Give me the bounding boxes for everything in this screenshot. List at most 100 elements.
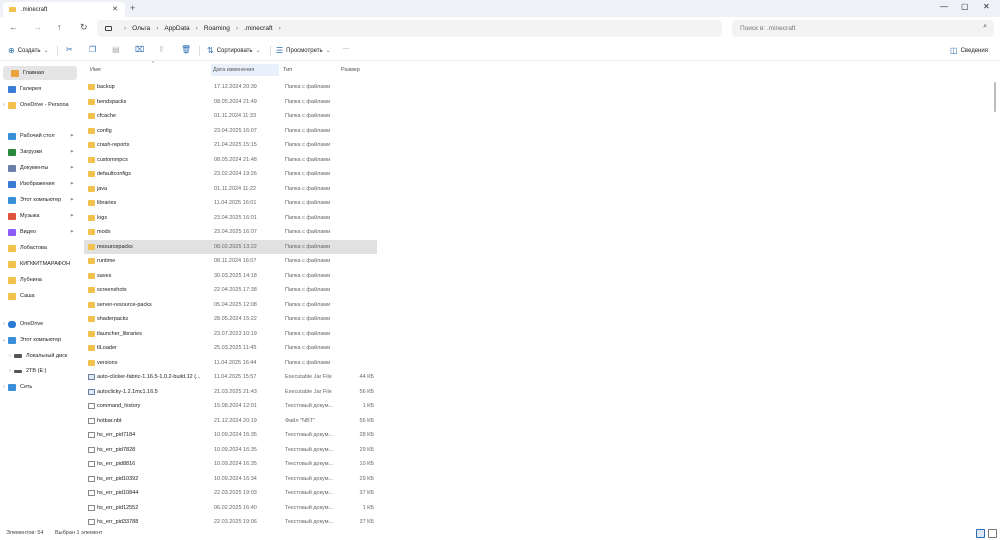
chevron-down-icon[interactable]: ⌄ bbox=[0, 337, 8, 343]
sidebar-item-music[interactable]: Музыка ✦ bbox=[0, 209, 80, 223]
minimize-button[interactable]: — bbox=[940, 2, 948, 11]
table-row[interactable]: bendspacks 08.05.2024 21:49 Папка с файлам… bbox=[84, 95, 377, 109]
share-icon[interactable]: ⇪ bbox=[158, 45, 165, 54]
scrollbar-thumb[interactable] bbox=[994, 82, 996, 112]
file-date: 05.04.2025 12:08 bbox=[214, 301, 257, 308]
tab-close-icon[interactable]: ✕ bbox=[112, 5, 118, 13]
chevron-right-icon[interactable]: › bbox=[6, 368, 14, 374]
table-row[interactable]: auto-clicker-fabric-1.16.5-1.0.2-build.1… bbox=[84, 370, 377, 384]
table-row[interactable]: custommpcs 08.05.2024 21:48 Папка с файлам… bbox=[84, 153, 377, 167]
breadcrumb-item[interactable]: Ольга bbox=[132, 25, 150, 32]
sidebar-item-pictures[interactable]: Изображения ✦ bbox=[0, 177, 80, 191]
folder-icon bbox=[8, 292, 16, 300]
pin-icon: ✦ bbox=[69, 197, 74, 203]
delete-icon[interactable]: 🗑 bbox=[181, 45, 191, 54]
sidebar-item-desktop[interactable]: Рабочий стол ✦ bbox=[0, 129, 80, 143]
copy-icon[interactable]: ❐ bbox=[89, 45, 96, 54]
table-row[interactable]: runtime 08.11.2024 16:07 Папка с файлами bbox=[84, 254, 377, 268]
table-row[interactable]: hs_err_pid10392 10.09.2024 16:34 Текстовый… bbox=[84, 472, 377, 486]
sidebar-item-lobastova[interactable]: Лобастова bbox=[0, 241, 80, 255]
table-row[interactable]: shaderpacks 28.05.2024 15:22 Папка с файла… bbox=[84, 312, 377, 326]
table-row[interactable]: resourcepacks 08.02.2025 13:22 Папка с фай… bbox=[84, 239, 377, 254]
table-row[interactable]: hs_err_pid10844 22.03.2025 19:03 Текстовый… bbox=[84, 486, 377, 500]
file-size: 10 КБ bbox=[359, 461, 374, 467]
close-button[interactable]: ✕ bbox=[983, 2, 990, 11]
breadcrumb-item[interactable]: Roaming bbox=[204, 25, 230, 32]
table-row[interactable]: java 01.11.2024 11:22 Папка с файлами bbox=[84, 182, 377, 196]
refresh-button[interactable]: ↻ bbox=[80, 22, 88, 33]
table-row[interactable]: hs_err_pid7828 10.09.2024 16:35 Текстовый … bbox=[84, 443, 377, 457]
rename-icon[interactable]: ⌧ bbox=[135, 45, 144, 54]
sidebar-item-video[interactable]: Видео ✦ bbox=[0, 225, 80, 239]
column-header-size[interactable]: Размер bbox=[341, 64, 377, 76]
table-row[interactable]: command_history 15.08.2024 12:01 Текстовый… bbox=[84, 399, 377, 413]
column-header-name[interactable]: Имя ^ bbox=[90, 61, 208, 76]
network-icon bbox=[8, 383, 16, 391]
sidebar-item-drive-e[interactable]: › 2TB (E:) bbox=[0, 364, 80, 378]
sidebar-item-network[interactable]: › Сеть bbox=[0, 380, 80, 394]
tab-minecraft[interactable]: .minecraft ✕ bbox=[3, 2, 125, 17]
sidebar-item-this-pc-pinned[interactable]: Этот компьютер ✦ bbox=[0, 193, 80, 207]
chevron-right-icon[interactable]: › bbox=[0, 321, 8, 327]
table-row[interactable]: autoclicky-1.2.1mc1.16.5 21.03.2025 21:43… bbox=[84, 385, 377, 399]
cut-icon[interactable]: ✂ bbox=[66, 45, 73, 54]
table-row[interactable]: logs 23.04.2025 16:01 Папка с файлами bbox=[84, 211, 377, 225]
table-row[interactable]: versions 11.04.2025 16:44 Папка с файлами bbox=[84, 356, 377, 370]
table-row[interactable]: hs_err_pid8816 10.09.2024 16:35 Текстовый … bbox=[84, 457, 377, 471]
table-row[interactable]: hs_err_pid7184 10.09.2024 16:35 Текстовый … bbox=[84, 428, 377, 442]
sidebar-item-sasha[interactable]: Саша bbox=[0, 289, 80, 303]
table-row[interactable]: mods 23.04.2025 16:07 Папка с файлами bbox=[84, 225, 377, 239]
table-row[interactable]: hotbar.nbt 21.12.2024 20:19 Файл "NBT" 56 К… bbox=[84, 414, 377, 428]
chevron-right-icon[interactable]: › bbox=[0, 102, 8, 108]
column-header-type[interactable]: Тип bbox=[283, 64, 337, 76]
details-button[interactable]: ◫ Сведения bbox=[950, 46, 988, 55]
tiles-view-icon[interactable] bbox=[988, 529, 997, 538]
sidebar-item-onedrive-personal[interactable]: › OneDrive - Persona bbox=[0, 98, 80, 112]
table-row[interactable]: backup 17.12.2024 20:39 Папка с файлами bbox=[84, 80, 377, 94]
breadcrumb-item[interactable]: AppData bbox=[164, 25, 189, 32]
jar-file-icon bbox=[88, 388, 95, 395]
sidebar-item-onedrive[interactable]: › OneDrive bbox=[0, 317, 80, 331]
search-input[interactable]: Поиск в: .minecraft ⌕ bbox=[732, 20, 994, 37]
folder-icon bbox=[88, 330, 95, 337]
new-tab-button[interactable]: + bbox=[130, 3, 135, 13]
table-row[interactable]: screenshots 22.04.2025 17:38 Папка с файла… bbox=[84, 283, 377, 297]
sidebar-item-home[interactable]: Главная bbox=[3, 66, 77, 80]
sidebar-item-lubnina[interactable]: Лубнина bbox=[0, 273, 80, 287]
view-button[interactable]: ☰ Просмотреть ⌄ bbox=[276, 46, 331, 55]
column-header-date[interactable]: Дата изменения bbox=[211, 64, 279, 76]
breadcrumb-item[interactable]: .minecraft bbox=[244, 25, 273, 32]
table-row[interactable]: tlLoader 25.03.2025 11:45 Папка с файлами bbox=[84, 341, 377, 355]
table-row[interactable]: crash-reports 21.04.2025 15:15 Папка с фай… bbox=[84, 138, 377, 152]
more-button[interactable]: ··· bbox=[343, 46, 349, 52]
table-row[interactable]: hs_err_pid12552 06.02.2025 16:40 Текстовый… bbox=[84, 501, 377, 515]
up-button[interactable]: ↑ bbox=[57, 22, 62, 32]
vertical-scrollbar[interactable] bbox=[992, 62, 998, 526]
sidebar-item-local-disk[interactable]: › Локальный диск bbox=[0, 349, 80, 363]
table-row[interactable]: libraries 11.04.2025 16:01 Папка с файлами bbox=[84, 196, 377, 210]
new-button[interactable]: ⊕ Создать ⌄ bbox=[8, 46, 49, 55]
paste-icon[interactable]: ▤ bbox=[112, 45, 120, 54]
table-row[interactable]: config 23.04.2025 16:07 Папка с файлами bbox=[84, 124, 377, 138]
table-row[interactable]: cfcache 01.11.2024 11:33 Папка с файлами bbox=[84, 109, 377, 123]
chevron-right-icon[interactable]: › bbox=[6, 353, 14, 359]
forward-button[interactable]: → bbox=[33, 22, 42, 32]
chevron-right-icon[interactable]: › bbox=[0, 384, 8, 390]
table-row[interactable]: tlauncher_libraries 23.07.2023 10:19 Папка… bbox=[84, 327, 377, 341]
pictures-icon bbox=[8, 180, 16, 188]
back-button[interactable]: ← bbox=[9, 22, 18, 32]
maximize-button[interactable]: ▢ bbox=[961, 2, 969, 11]
table-row[interactable]: saves 30.03.2025 14:18 Папка с файлами bbox=[84, 269, 377, 283]
details-view-icon[interactable] bbox=[976, 529, 985, 538]
table-row[interactable]: server-resource-packs 05.04.2025 12:08 Пап… bbox=[84, 298, 377, 312]
column-header-label: Имя bbox=[90, 67, 101, 73]
sort-button[interactable]: ⇅ Сортировать ⌄ bbox=[207, 46, 261, 55]
navigation-pane: Главная Галерея › OneDrive - Persona Раб… bbox=[0, 62, 82, 526]
sidebar-item-kipfitmarafon[interactable]: КИПФИТМАРАФОН bbox=[0, 257, 80, 271]
sidebar-item-this-pc[interactable]: ⌄ Этот компьютер bbox=[0, 333, 80, 347]
address-bar[interactable]: › Ольга › AppData › Roaming › .minecraft… bbox=[97, 20, 722, 37]
sidebar-item-documents[interactable]: Документы ✦ bbox=[0, 161, 80, 175]
sidebar-item-gallery[interactable]: Галерея bbox=[0, 82, 80, 96]
table-row[interactable]: defaultconfigs 23.02.2024 19:26 Папка с фа… bbox=[84, 167, 377, 181]
sidebar-item-downloads[interactable]: Загрузки ✦ bbox=[0, 145, 80, 159]
